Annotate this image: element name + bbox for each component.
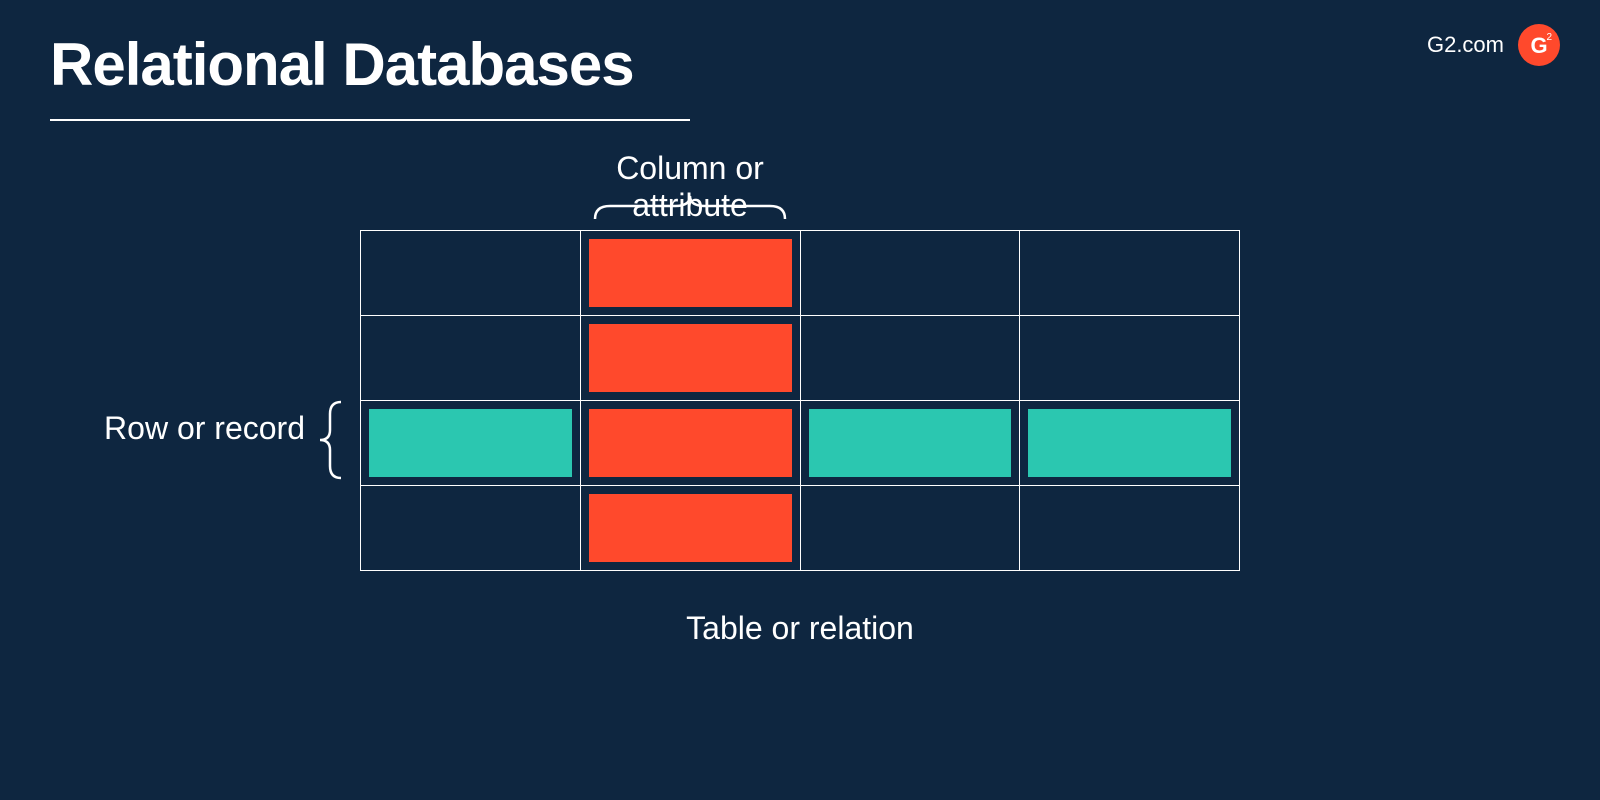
table-row <box>361 316 1240 401</box>
table-cell <box>1020 316 1240 401</box>
column-highlight <box>589 409 792 477</box>
title-underline <box>50 119 690 121</box>
brand-logo-icon: G 2 <box>1518 24 1560 66</box>
column-brace-icon <box>590 194 790 222</box>
table-cell <box>580 486 800 571</box>
page-title: Relational Databases <box>50 30 690 111</box>
table-label: Table or relation <box>360 610 1240 647</box>
table-cell <box>580 231 800 316</box>
table-cell <box>800 401 1020 486</box>
diagram: Column or attribute Row or record <box>360 230 1240 571</box>
column-highlight <box>589 324 792 392</box>
header: Relational Databases <box>50 30 690 121</box>
table-cell <box>580 401 800 486</box>
table-cell <box>1020 231 1240 316</box>
column-highlight <box>589 239 792 307</box>
table-grid <box>360 230 1240 571</box>
table-row <box>361 486 1240 571</box>
table-cell <box>1020 486 1240 571</box>
table-cell <box>800 231 1020 316</box>
table-row <box>361 401 1240 486</box>
table-cell <box>361 231 581 316</box>
row-label: Row or record <box>25 410 305 447</box>
brand-area: G2.com G 2 <box>1427 24 1560 66</box>
row-highlight <box>369 409 572 477</box>
table-cell <box>800 486 1020 571</box>
row-brace-icon <box>316 398 344 482</box>
column-highlight <box>589 494 792 562</box>
table-cell <box>361 401 581 486</box>
table-row <box>361 231 1240 316</box>
table-cell <box>800 316 1020 401</box>
row-highlight <box>809 409 1012 477</box>
brand-text: G2.com <box>1427 32 1504 58</box>
table-cell <box>361 486 581 571</box>
table-cell <box>361 316 581 401</box>
table-cell <box>580 316 800 401</box>
brand-logo-letter: G <box>1530 33 1547 59</box>
brand-logo-superscript: 2 <box>1546 32 1552 43</box>
row-highlight <box>1028 409 1231 477</box>
table-cell <box>1020 401 1240 486</box>
